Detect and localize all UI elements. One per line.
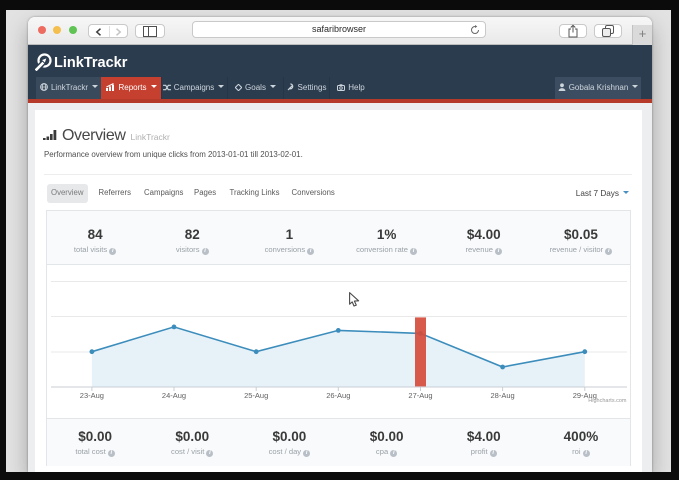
- svg-text:24-Aug: 24-Aug: [161, 391, 185, 400]
- svg-text:26-Aug: 26-Aug: [326, 391, 350, 400]
- svg-text:27-Aug: 27-Aug: [408, 391, 432, 400]
- svg-text:25-Aug: 25-Aug: [244, 391, 268, 400]
- svg-text:28-Aug: 28-Aug: [490, 391, 514, 400]
- svg-text:23-Aug: 23-Aug: [79, 391, 103, 400]
